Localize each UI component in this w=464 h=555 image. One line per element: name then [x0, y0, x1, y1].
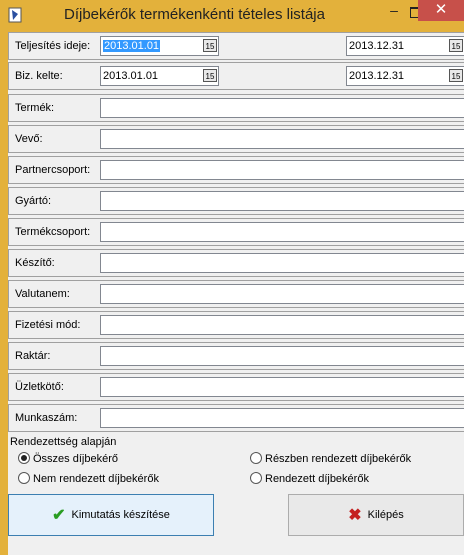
teljesites-label: Teljesítés ideje:	[15, 40, 91, 52]
filter-row-termek: Termék:	[8, 94, 464, 122]
kelte-to-value: 2013.12.31	[349, 70, 405, 82]
form-body: Teljesítés ideje: 2013.01.01 15 2013.12.…	[8, 32, 464, 555]
radio-empty-icon	[250, 472, 262, 484]
raktar-input[interactable]	[100, 346, 464, 366]
vevo-input[interactable]	[100, 129, 464, 149]
calendar-icon[interactable]: 15	[203, 69, 217, 82]
calendar-icon[interactable]: 15	[449, 69, 463, 82]
filter-label: Gyártó:	[15, 195, 52, 207]
kelte-from-value: 2013.01.01	[103, 70, 159, 82]
radio-reszben[interactable]: Részben rendezett díjbekérők	[250, 452, 411, 465]
filter-row-fizetesi-mod: Fizetési mód:	[8, 311, 464, 339]
filter-label: Termék:	[15, 102, 55, 114]
kelte-to-field[interactable]: 2013.12.31 15	[346, 66, 464, 86]
termek-input[interactable]	[100, 98, 464, 118]
filter-label: Termékcsoport:	[15, 226, 91, 238]
filter-label: Valutanem:	[15, 288, 70, 300]
radio-label: Összes díjbekérő	[33, 453, 118, 465]
filter-label: Üzletkötő:	[15, 381, 64, 393]
kelte-from-field[interactable]: 2013.01.01 15	[100, 66, 219, 86]
exit-button-label: Kilépés	[367, 509, 404, 521]
teljesites-to-value: 2013.12.31	[349, 40, 405, 52]
teljesites-to-field[interactable]: 2013.12.31 15	[346, 36, 464, 56]
filter-row-uzletkoto: Üzletkötő:	[8, 373, 464, 401]
termekcsoport-input[interactable]	[100, 222, 464, 242]
window-title: Díjbekérők termékenkénti tételes listája	[64, 6, 325, 23]
radio-selected-icon	[18, 452, 30, 464]
sort-group: Rendezettség alapján Összes díjbekérő Ré…	[8, 436, 464, 490]
partnercsoport-input[interactable]	[100, 160, 464, 180]
filter-row-vevo: Vevő:	[8, 125, 464, 153]
gyarto-input[interactable]	[100, 191, 464, 211]
munkaszam-input[interactable]	[100, 408, 464, 428]
radio-nem-rendezett[interactable]: Nem rendezett díjbekérők	[18, 472, 159, 485]
calendar-icon[interactable]: 15	[203, 39, 217, 52]
report-button-label: Kimutatás készítése	[71, 509, 170, 521]
filter-row-raktar: Raktár:	[8, 342, 464, 370]
filter-row-partnercsoport: Partnercsoport:	[8, 156, 464, 184]
filter-label: Fizetési mód:	[15, 319, 81, 331]
report-button[interactable]: ✔ Kimutatás készítése	[8, 494, 214, 536]
filter-label: Készítő:	[15, 257, 55, 269]
calendar-icon[interactable]: 15	[449, 39, 463, 52]
radio-empty-icon	[250, 452, 262, 464]
filter-label: Partnercsoport:	[15, 164, 91, 176]
radio-label: Részben rendezett díjbekérők	[265, 453, 412, 465]
filter-row-munkaszam: Munkaszám:	[8, 404, 464, 432]
uzletkoto-input[interactable]	[100, 377, 464, 397]
filter-label: Raktár:	[15, 350, 51, 362]
radio-label: Rendezett díjbekérők	[265, 473, 369, 485]
filter-row-gyarto: Gyártó:	[8, 187, 464, 215]
filter-row-keszito: Készítő:	[8, 249, 464, 277]
sort-group-title: Rendezettség alapján	[10, 436, 117, 448]
filter-label: Vevő:	[15, 133, 43, 145]
close-button[interactable]: ✕	[418, 0, 464, 21]
teljesites-row: Teljesítés ideje: 2013.01.01 15 2013.12.…	[8, 32, 464, 60]
radio-rendezett[interactable]: Rendezett díjbekérők	[250, 472, 369, 485]
kelte-label: Biz. kelte:	[15, 70, 63, 82]
radio-empty-icon	[18, 472, 30, 484]
teljesites-from-value: 2013.01.01	[103, 40, 161, 52]
filter-row-termekcsoport: Termékcsoport:	[8, 218, 464, 246]
radio-label: Nem rendezett díjbekérők	[33, 473, 159, 485]
close-x-icon: ✖	[348, 507, 362, 524]
teljesites-from-field[interactable]: 2013.01.01 15	[100, 36, 219, 56]
valutanem-input[interactable]	[100, 284, 464, 304]
exit-button[interactable]: ✖ Kilépés	[288, 494, 464, 536]
check-icon: ✔	[52, 507, 66, 524]
fizetesi-mod-input[interactable]	[100, 315, 464, 335]
filter-row-valutanem: Valutanem:	[8, 280, 464, 308]
title-bar: Díjbekérők termékenkénti tételes listája…	[0, 0, 464, 32]
filter-label: Munkaszám:	[15, 412, 78, 424]
radio-osszes[interactable]: Összes díjbekérő	[18, 452, 118, 465]
kelte-row: Biz. kelte: 2013.01.01 15 2013.12.31 15	[8, 62, 464, 90]
keszito-input[interactable]	[100, 253, 464, 273]
app-icon[interactable]	[7, 6, 23, 24]
